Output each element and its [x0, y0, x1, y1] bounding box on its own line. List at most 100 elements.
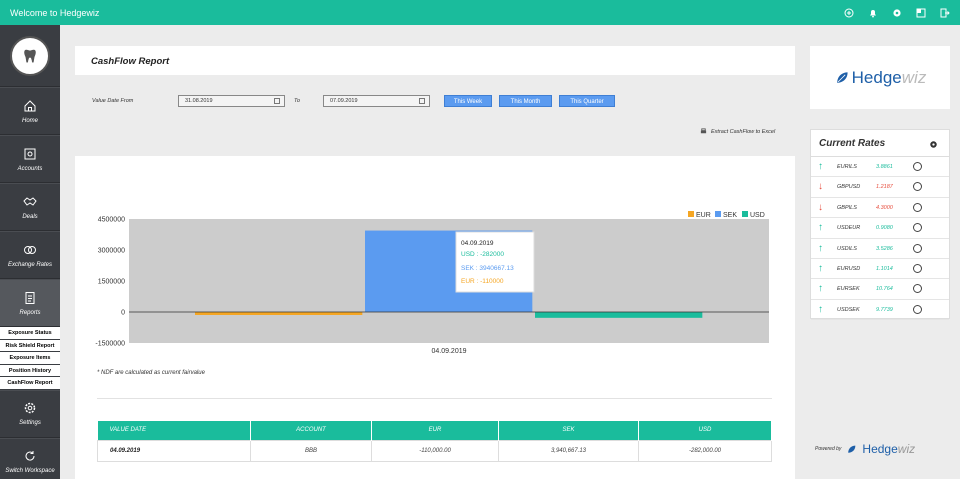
- rate-row[interactable]: ↑ USDILS 3.5286: [811, 239, 949, 259]
- rate-pair: EURSEK: [837, 286, 860, 293]
- layout-icon[interactable]: [916, 8, 926, 18]
- alarm-clock-icon[interactable]: [913, 243, 922, 253]
- alarm-clock-icon[interactable]: [913, 223, 922, 233]
- handshake-icon: [23, 196, 37, 206]
- alarm-clock-icon[interactable]: [913, 263, 922, 273]
- col-eur[interactable]: EUR: [371, 421, 499, 440]
- rate-pair: USDEUR: [837, 225, 861, 232]
- alarm-clock-icon[interactable]: [913, 182, 922, 192]
- sidebar: Home Accounts Deals Exchange Rates Repor…: [0, 25, 60, 479]
- alarm-clock-icon[interactable]: [913, 304, 922, 314]
- bar-eur[interactable]: [195, 312, 363, 315]
- tooltip-title: 04.09.2019: [461, 240, 494, 247]
- alarm-clock-icon[interactable]: [913, 284, 922, 294]
- calendar-icon[interactable]: [274, 98, 280, 104]
- cell-sek: 3,940,667.13: [498, 439, 639, 462]
- logout-icon[interactable]: [940, 8, 950, 18]
- subnav-exposure-status[interactable]: Exposure Status: [0, 327, 60, 340]
- y-tick-label: 3000000: [98, 248, 125, 255]
- rate-value: 4.3000: [876, 204, 893, 211]
- sidebar-item-switch-workspace[interactable]: Switch Workspace: [0, 437, 60, 479]
- cashflow-card: EUR SEK USD 4500000 3000000 1500000 0 -1500000…: [75, 156, 795, 479]
- calendar-icon[interactable]: [419, 98, 425, 104]
- alarm-clock-icon[interactable]: [913, 202, 922, 212]
- legend-swatch-sek[interactable]: [715, 211, 721, 217]
- legend-label-usd[interactable]: USD: [750, 212, 765, 219]
- home-icon: [24, 99, 36, 111]
- rate-value: 0.9080: [876, 225, 893, 232]
- this-quarter-button[interactable]: This Quarter: [559, 95, 615, 107]
- sidebar-item-deals[interactable]: Deals: [0, 183, 60, 231]
- col-account[interactable]: ACCOUNT: [250, 421, 372, 440]
- current-rates-panel: Current Rates ↑ EURILS 3.8861 ↓ GBPUSD 1.2187…: [810, 129, 950, 321]
- top-icons: [844, 8, 950, 18]
- y-tick-label: 1500000: [98, 279, 125, 286]
- cell-value-date: 04.09.2019: [97, 439, 251, 462]
- tooltip-usd: USD : -282000: [461, 251, 504, 258]
- sidebar-item-accounts[interactable]: Accounts: [0, 135, 60, 183]
- tooltip-eur: EUR : -110000: [461, 278, 504, 285]
- rate-row[interactable]: ↓ GBPUSD 1.2187: [811, 177, 949, 198]
- bell-icon[interactable]: [868, 8, 878, 18]
- settings-icon[interactable]: [892, 8, 902, 18]
- rate-row[interactable]: ↑ EURSEK 10.764: [811, 279, 949, 300]
- table-header-row: VALUE DATE ACCOUNT EUR SEK USD: [97, 421, 772, 440]
- legend-label-sek[interactable]: SEK: [723, 212, 737, 219]
- sidebar-item-reports[interactable]: Reports: [0, 279, 60, 327]
- cell-account: BBB: [250, 439, 372, 462]
- sidebar-item-settings[interactable]: Settings: [0, 389, 60, 438]
- y-tick-label: -1500000: [95, 341, 125, 348]
- extract-excel-link[interactable]: Extract CashFlow to Excel: [700, 128, 775, 135]
- this-month-button[interactable]: This Month: [499, 95, 552, 107]
- rate-row[interactable]: ↑ EURUSD 1.1014: [811, 259, 949, 280]
- rate-value: 3.5286: [876, 245, 893, 252]
- arrow-up-icon: ↑: [818, 283, 823, 295]
- sidebar-logo[interactable]: [0, 25, 60, 87]
- subnav-risk-shield-report[interactable]: Risk Shield Report: [0, 340, 60, 352]
- subnav-exposure-items[interactable]: Exposure Items: [0, 352, 60, 365]
- legend-swatch-eur[interactable]: [688, 211, 694, 217]
- sidebar-item-label: Accounts: [17, 165, 43, 172]
- powered-by-label: Powered by: [815, 446, 842, 452]
- y-tick-label: 0: [121, 310, 125, 317]
- from-date-label: Value Date From: [92, 98, 134, 104]
- gear-icon[interactable]: [929, 140, 938, 149]
- alarm-clock-icon[interactable]: [913, 162, 922, 171]
- to-date-input[interactable]: 07.09.2019: [323, 95, 430, 107]
- report-icon: [25, 291, 35, 304]
- add-icon[interactable]: [844, 8, 854, 18]
- tooth-logo-icon: [10, 35, 50, 76]
- rate-value: 10.764: [876, 286, 893, 293]
- rate-value: 1.1014: [876, 265, 893, 272]
- rate-row[interactable]: ↑ USDSEK 9.7739: [811, 300, 949, 321]
- chart-tooltip: 04.09.2019 USD : -282000 SEK : 3940667.1…: [455, 231, 535, 293]
- to-date-label: To: [294, 98, 300, 104]
- this-week-button[interactable]: This Week: [444, 95, 492, 107]
- legend-swatch-usd[interactable]: [742, 211, 748, 217]
- col-usd[interactable]: USD: [638, 421, 772, 440]
- rates-list: ↑ EURILS 3.8861 ↓ GBPUSD 1.2187 ↓ GBPILS 4.3000 ↑…: [811, 157, 949, 321]
- sidebar-item-exchange-rates[interactable]: Exchange Rates: [0, 231, 60, 279]
- rate-row[interactable]: ↑ USDEUR 0.9080: [811, 218, 949, 239]
- subnav-cashflow-report[interactable]: CashFlow Report: [0, 377, 60, 390]
- rate-pair: GBPUSD: [837, 184, 861, 191]
- sidebar-item-home[interactable]: Home: [0, 87, 60, 135]
- hedgewiz-leaf-icon: [848, 445, 856, 453]
- rate-row[interactable]: ↑ EURILS 3.8861: [811, 157, 949, 178]
- rate-pair: EURILS: [837, 164, 857, 170]
- extract-excel-label: Extract CashFlow to Excel: [711, 128, 776, 135]
- from-date-input[interactable]: 31.08.2019: [178, 95, 285, 107]
- welcome-title: Welcome to Hedgewiz: [10, 7, 100, 18]
- bar-usd[interactable]: [535, 312, 703, 318]
- rate-value: 3.8861: [876, 164, 893, 170]
- brand-name-sub: wiz: [901, 67, 927, 87]
- top-bar: Welcome to Hedgewiz: [0, 0, 960, 25]
- table-row[interactable]: 04.09.2019 BBB -110,000.00 3,940,667.13 …: [97, 439, 772, 462]
- rate-row[interactable]: ↓ GBPILS 4.3000: [811, 198, 949, 219]
- legend-label-eur[interactable]: EUR: [696, 212, 711, 219]
- col-sek[interactable]: SEK: [498, 421, 639, 440]
- powered-brand-sub: wiz: [897, 442, 916, 456]
- subnav-position-history[interactable]: Position History: [0, 365, 60, 377]
- col-value-date[interactable]: VALUE DATE: [97, 421, 251, 440]
- sidebar-item-label: Home: [21, 117, 38, 124]
